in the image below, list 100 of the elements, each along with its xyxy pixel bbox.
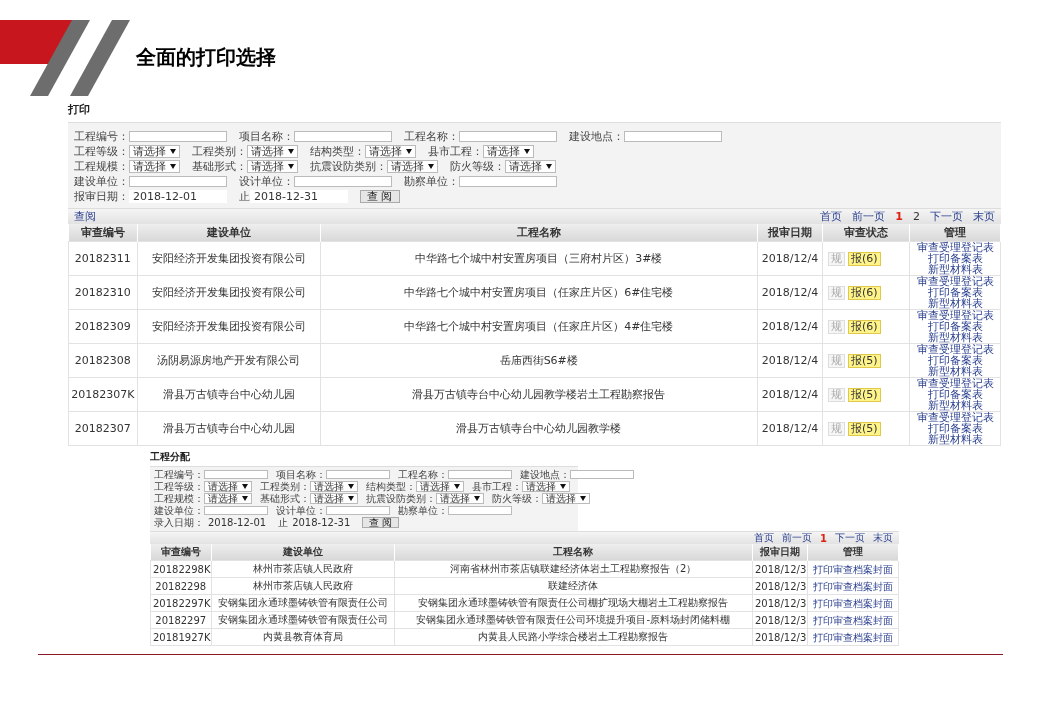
date-field[interactable]: 2018-12-01 bbox=[204, 517, 271, 528]
status-tag[interactable]: 报(5) bbox=[848, 421, 881, 436]
status-tag[interactable]: 报(6) bbox=[848, 251, 881, 266]
field-label: 建设地点： bbox=[569, 128, 624, 144]
table-link[interactable]: 新型材料表 bbox=[927, 366, 983, 377]
caret-icon bbox=[242, 496, 248, 501]
pager-link[interactable]: 末页 bbox=[973, 209, 995, 224]
table-link[interactable]: 新型材料表 bbox=[927, 298, 983, 309]
select-field[interactable]: 请选择 bbox=[129, 159, 180, 173]
column-header: 建设单位 bbox=[137, 224, 320, 242]
select-field[interactable]: 请选择 bbox=[436, 493, 484, 504]
select-field[interactable]: 请选择 bbox=[247, 159, 298, 173]
input-field[interactable] bbox=[570, 470, 634, 479]
field-label: 项目名称： bbox=[276, 467, 326, 481]
table-cell: 中华路七个城中村安置房项目（任家庄片区）6#住宅楼 bbox=[320, 275, 758, 310]
table-link[interactable]: 新型材料表 bbox=[927, 264, 983, 275]
slide-title: 全面的打印选择 bbox=[136, 44, 276, 71]
pager-link[interactable]: 下一页 bbox=[930, 209, 963, 224]
table-cell: 滑县万古镇寺台中心幼儿园 bbox=[137, 411, 320, 446]
column-header: 审查编号 bbox=[68, 224, 137, 242]
caret-icon bbox=[170, 163, 176, 169]
page-number[interactable]: 2 bbox=[913, 210, 920, 223]
input-field[interactable] bbox=[624, 130, 722, 142]
input-field[interactable] bbox=[129, 175, 227, 187]
column-header: 报审日期 bbox=[757, 224, 823, 242]
table-link[interactable]: 审查受理登记表 bbox=[916, 242, 994, 253]
pager-link[interactable]: 前一页 bbox=[852, 209, 886, 224]
date-field[interactable]: 2018-12-31 bbox=[288, 517, 355, 528]
select-field[interactable]: 请选择 bbox=[542, 493, 590, 504]
table-link[interactable]: 打印备案表 bbox=[927, 423, 983, 434]
query-button[interactable]: 查 阅 bbox=[362, 517, 400, 528]
select-field[interactable]: 请选择 bbox=[247, 144, 298, 158]
select-field[interactable]: 请选择 bbox=[483, 144, 534, 158]
date-field[interactable]: 2018-12-01 bbox=[129, 189, 227, 203]
pager-link[interactable]: 末页 bbox=[873, 531, 893, 545]
table-link[interactable]: 审查受理登记表 bbox=[916, 412, 994, 423]
page-number[interactable]: 1 bbox=[895, 210, 903, 223]
field-label: 结构类型： bbox=[366, 479, 416, 494]
select-field[interactable]: 请选择 bbox=[522, 481, 570, 492]
select-field[interactable]: 请选择 bbox=[204, 481, 252, 492]
select-field[interactable]: 请选择 bbox=[310, 481, 358, 492]
table-cell: 20182310 bbox=[68, 275, 137, 310]
table-cell: 汤阴易源房地产开发有限公司 bbox=[137, 343, 320, 378]
field-label: 县市工程： bbox=[472, 479, 522, 494]
pager-link[interactable]: 首页 bbox=[820, 209, 843, 224]
field-label: 工程等级： bbox=[154, 480, 204, 494]
input-field[interactable] bbox=[448, 470, 512, 479]
table-link[interactable]: 打印备案表 bbox=[927, 287, 983, 298]
input-field[interactable] bbox=[204, 470, 268, 479]
table-link[interactable]: 打印备案表 bbox=[927, 355, 983, 366]
field-label: 工程名称： bbox=[398, 467, 448, 481]
table-cell: 内黄县教育体育局 bbox=[211, 628, 394, 646]
table-link[interactable]: 审查受理登记表 bbox=[916, 344, 994, 355]
select-field[interactable]: 请选择 bbox=[310, 493, 358, 504]
select-field[interactable]: 请选择 bbox=[204, 493, 252, 504]
page-number[interactable]: 1 bbox=[820, 532, 827, 544]
status-tag[interactable]: 报(5) bbox=[848, 353, 881, 368]
pager-link[interactable]: 前一页 bbox=[782, 531, 813, 545]
table-link[interactable]: 新型材料表 bbox=[927, 332, 983, 343]
input-field[interactable] bbox=[448, 506, 512, 515]
select-field[interactable]: 请选择 bbox=[505, 159, 556, 173]
field-label: 基础形式： bbox=[192, 158, 247, 174]
input-field[interactable] bbox=[294, 130, 392, 142]
table-link[interactable]: 新型材料表 bbox=[927, 400, 983, 411]
pager-link[interactable]: 下一页 bbox=[835, 531, 865, 545]
query-link[interactable]: 查阅 bbox=[74, 209, 96, 224]
input-field[interactable] bbox=[129, 130, 227, 142]
select-field[interactable]: 请选择 bbox=[365, 144, 416, 158]
caret-icon bbox=[524, 148, 530, 154]
table-link[interactable]: 打印备案表 bbox=[927, 389, 983, 400]
input-field[interactable] bbox=[459, 175, 557, 187]
caret-icon bbox=[288, 163, 294, 169]
table-link[interactable]: 新型材料表 bbox=[927, 434, 983, 445]
input-field[interactable] bbox=[204, 506, 268, 515]
pager-link[interactable]: 首页 bbox=[754, 531, 775, 545]
caret-icon bbox=[348, 484, 354, 489]
input-field[interactable] bbox=[326, 506, 390, 515]
table-cell: 滑县万古镇寺台中心幼儿园教学楼 bbox=[320, 411, 758, 446]
date-field[interactable]: 2018-12-31 bbox=[250, 189, 348, 203]
table-link[interactable]: 打印备案表 bbox=[927, 253, 983, 264]
status-tag[interactable]: 报(5) bbox=[848, 387, 881, 402]
select-field[interactable]: 请选择 bbox=[387, 159, 438, 173]
status-tag[interactable]: 报(6) bbox=[848, 285, 881, 300]
query-button[interactable]: 查 阅 bbox=[360, 189, 400, 203]
field-label: 工程编号： bbox=[154, 467, 204, 482]
select-field[interactable]: 请选择 bbox=[129, 144, 180, 158]
table-link[interactable]: 审查受理登记表 bbox=[916, 310, 994, 321]
select-field[interactable]: 请选择 bbox=[416, 481, 464, 492]
column-header: 管理 bbox=[807, 544, 899, 561]
status-tag[interactable]: 报(6) bbox=[848, 319, 881, 334]
caret-icon bbox=[348, 496, 354, 501]
input-field[interactable] bbox=[459, 130, 557, 142]
table-cell: 2018/12/3 bbox=[752, 560, 808, 578]
table-link[interactable]: 审查受理登记表 bbox=[916, 276, 994, 287]
table-link[interactable]: 审查受理登记表 bbox=[916, 378, 994, 389]
table-cell: 20182298 bbox=[150, 577, 211, 595]
field-label: 项目名称： bbox=[239, 128, 294, 144]
input-field[interactable] bbox=[294, 175, 392, 187]
table-link[interactable]: 打印备案表 bbox=[927, 321, 983, 332]
input-field[interactable] bbox=[326, 470, 390, 479]
